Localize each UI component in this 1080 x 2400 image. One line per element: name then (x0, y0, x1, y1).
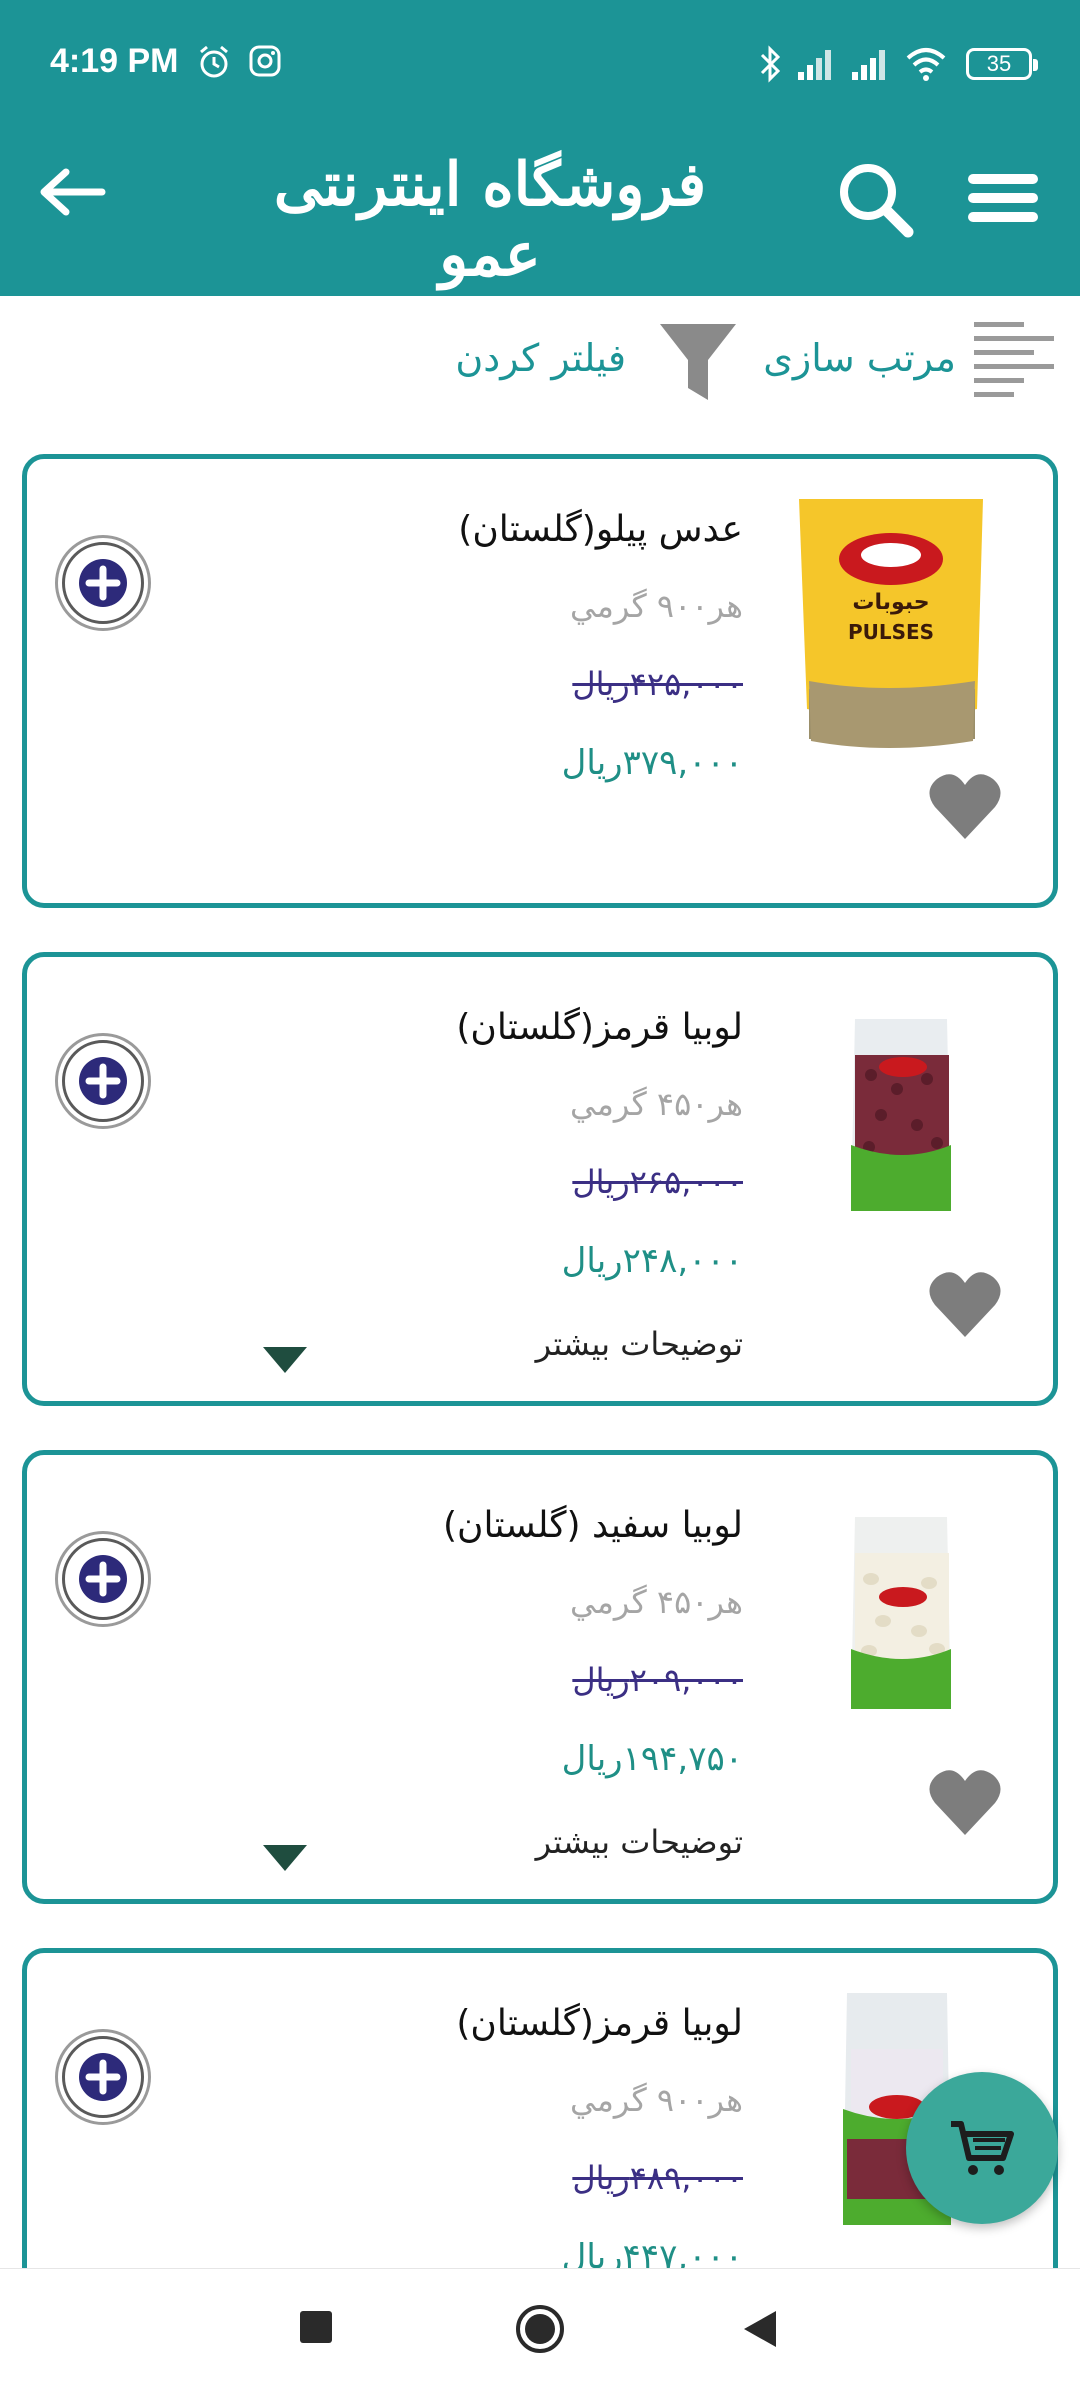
instagram-icon (248, 44, 282, 82)
product-card[interactable]: حبوبات PULSES عدس پیلو(گلستان) هر۹۰۰ گرم… (22, 454, 1058, 908)
add-to-cart-button[interactable] (55, 1033, 151, 1129)
system-navigation-bar (0, 2268, 1080, 2400)
sort-label[interactable]: مرتب سازی (763, 336, 956, 380)
back-triangle-icon[interactable] (740, 2309, 778, 2353)
expand-arrow-icon[interactable] (263, 1347, 307, 1377)
product-weight: هر۴۵۰ گرمي (570, 1085, 743, 1123)
product-old-price: ۴۲۵,۰۰۰ریال (572, 665, 743, 703)
product-image (847, 1015, 957, 1219)
add-to-cart-button[interactable] (55, 1531, 151, 1627)
product-old-price: ۲۰۹,۰۰۰ریال (572, 1661, 743, 1699)
product-card[interactable]: لوبیا قرمز(گلستان) هر۴۵۰ گرمي ۲۶۵,۰۰۰ریا… (22, 952, 1058, 1406)
status-bar: 4:19 PM 35 (0, 0, 1080, 130)
shopping-cart-icon (951, 2121, 1014, 2175)
product-name: لوبیا سفید (گلستان) (443, 1505, 743, 1546)
wifi-icon (904, 46, 948, 86)
product-name: لوبیا قرمز(گلستان) (456, 2003, 743, 2044)
product-old-price: ۲۶۵,۰۰۰ریال (572, 1163, 743, 1201)
app-header: 4:19 PM 35 فروشگاه اینترنتی عمو (0, 0, 1080, 296)
screen: 4:19 PM 35 فروشگاه اینترنتی عمو مرتب ساز… (0, 0, 1080, 2400)
product-image: حبوبات PULSES (787, 489, 997, 763)
product-new-price: ۲۴۸,۰۰۰ریال (561, 1241, 743, 1281)
shopping-cart-button[interactable] (906, 2072, 1058, 2224)
package-text: PULSES (848, 620, 934, 644)
sort-filter-toolbar: مرتب سازی فیلتر کردن (0, 296, 1080, 436)
expand-arrow-icon[interactable] (263, 1845, 307, 1875)
plus-icon (79, 1057, 127, 1105)
recent-apps-square-icon[interactable] (298, 2309, 334, 2349)
bluetooth-icon (758, 44, 784, 88)
product-name: لوبیا قرمز(گلستان) (456, 1007, 743, 1048)
product-weight: هر۴۵۰ گرمي (570, 1583, 743, 1621)
filter-label[interactable]: فیلتر کردن (455, 336, 626, 380)
product-weight: هر۹۰۰ گرمي (570, 2081, 743, 2119)
more-details-link[interactable]: توضیحات بیشتر (536, 1325, 743, 1363)
more-details-link[interactable]: توضیحات بیشتر (536, 1823, 743, 1861)
plus-icon (79, 1555, 127, 1603)
product-old-price: ۴۸۹,۰۰۰ریال (572, 2159, 743, 2197)
home-circle-icon[interactable] (514, 2303, 566, 2359)
store-logo-title: فروشگاه اینترنتی عمو (273, 150, 707, 290)
favorite-heart-icon[interactable] (927, 771, 1003, 845)
product-image (847, 1513, 957, 1717)
plus-icon (79, 559, 127, 607)
add-to-cart-button[interactable] (55, 2029, 151, 2125)
signal-icon (796, 48, 836, 86)
alarm-icon (196, 44, 232, 84)
back-arrow-icon[interactable] (36, 164, 108, 224)
favorite-heart-icon[interactable] (927, 1767, 1003, 1841)
product-name: عدس پیلو(گلستان) (458, 509, 743, 550)
hamburger-menu-icon[interactable] (968, 170, 1040, 230)
plus-icon (79, 2053, 127, 2101)
status-time: 4:19 PM (50, 42, 179, 80)
product-card[interactable]: لوبیا سفید (گلستان) هر۴۵۰ گرمي ۲۰۹,۰۰۰ری… (22, 1450, 1058, 1904)
signal-icon (850, 48, 890, 86)
battery-icon: 35 (966, 48, 1038, 80)
add-to-cart-button[interactable] (55, 535, 151, 631)
product-new-price: ۳۷۹,۰۰۰ریال (561, 743, 743, 783)
sort-lines-icon[interactable] (970, 316, 1056, 406)
search-icon[interactable] (836, 160, 916, 244)
product-weight: هر۹۰۰ گرمي (570, 587, 743, 625)
favorite-heart-icon[interactable] (927, 1269, 1003, 1343)
product-new-price: ۱۹۴,۷۵۰ریال (561, 1739, 743, 1779)
package-brand: حبوبات (852, 590, 929, 615)
funnel-icon[interactable] (656, 320, 740, 408)
